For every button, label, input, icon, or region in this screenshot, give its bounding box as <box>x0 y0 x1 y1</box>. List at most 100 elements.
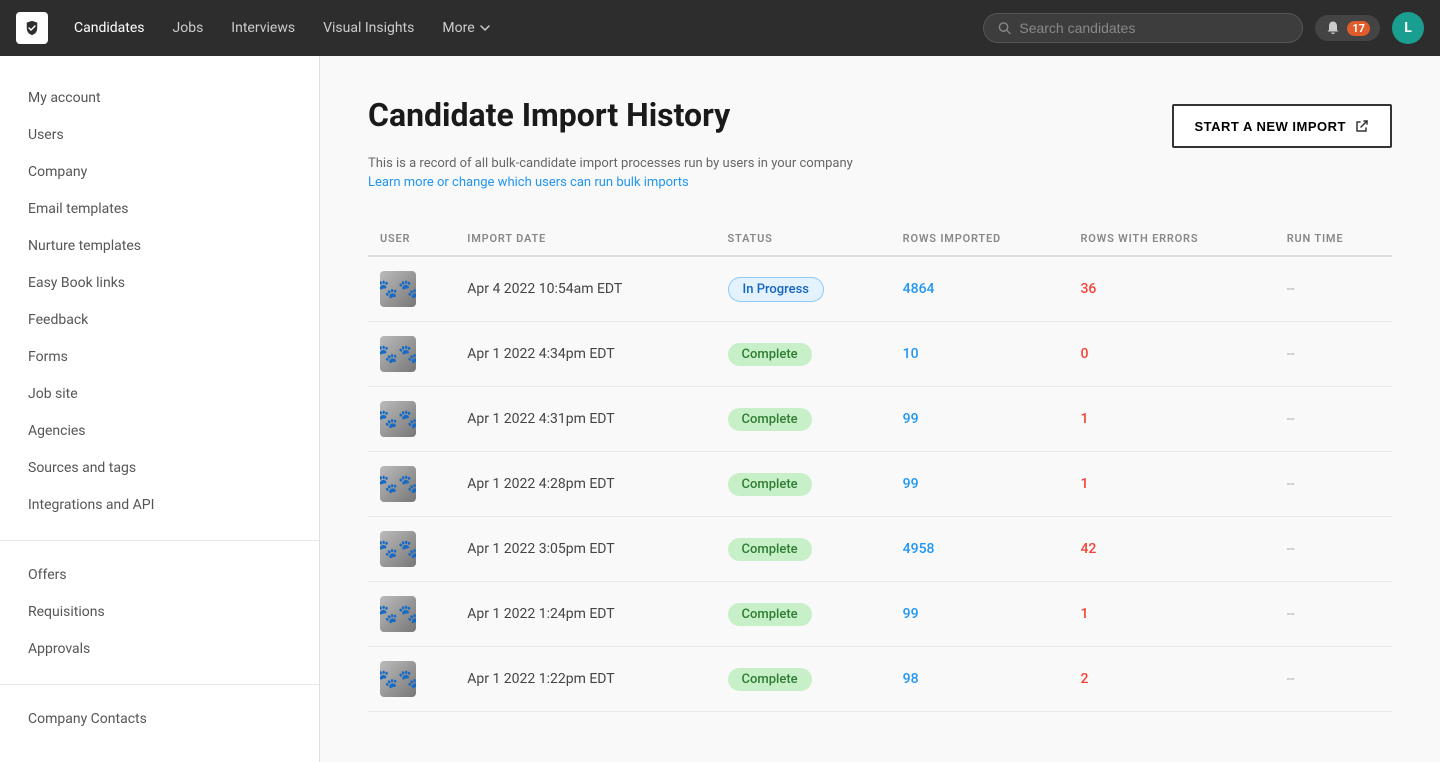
cell-rows-imported: 4864 <box>891 256 1069 322</box>
sidebar-divider-2 <box>0 684 319 685</box>
page-description: This is a record of all bulk-candidate i… <box>368 156 1392 171</box>
cell-rows-imported: 10 <box>891 322 1069 387</box>
sidebar-item-job-site[interactable]: Job site <box>0 376 319 413</box>
start-import-button[interactable]: START A NEW IMPORT <box>1172 104 1392 148</box>
cell-user: 🐾 <box>368 582 455 647</box>
cell-user: 🐾 <box>368 452 455 517</box>
cell-import-date: Apr 1 2022 4:34pm EDT <box>455 322 715 387</box>
user-avatar-img: 🐾 <box>380 336 416 372</box>
table-row: 🐾Apr 1 2022 3:05pm EDTComplete495842-- <box>368 517 1392 582</box>
cell-import-date: Apr 1 2022 4:28pm EDT <box>455 452 715 517</box>
search-icon <box>998 21 1011 35</box>
status-badge: Complete <box>728 538 812 561</box>
sidebar-item-approvals[interactable]: Approvals <box>0 631 319 668</box>
col-rows-errors: ROWS WITH ERRORS <box>1068 222 1274 256</box>
cell-import-date: Apr 1 2022 4:31pm EDT <box>455 387 715 452</box>
col-rows-imported: ROWS IMPORTED <box>891 222 1069 256</box>
sidebar-item-offers[interactable]: Offers <box>0 557 319 594</box>
cell-rows-errors: 1 <box>1068 387 1274 452</box>
cell-status: Complete <box>716 647 891 712</box>
cell-user: 🐾 <box>368 517 455 582</box>
status-badge: In Progress <box>728 277 824 302</box>
cell-import-date: Apr 1 2022 1:22pm EDT <box>455 647 715 712</box>
sidebar: My account Users Company Email templates… <box>0 56 320 762</box>
cell-run-time: -- <box>1275 322 1392 387</box>
import-table: USER IMPORT DATE STATUS ROWS IMPORTED RO… <box>368 222 1392 712</box>
search-box[interactable] <box>983 13 1303 43</box>
table-row: 🐾Apr 4 2022 10:54am EDTIn Progress486436… <box>368 256 1392 322</box>
user-avatar-img: 🐾 <box>380 466 416 502</box>
user-avatar-img: 🐾 <box>380 661 416 697</box>
cell-status: Complete <box>716 517 891 582</box>
cell-user: 🐾 <box>368 322 455 387</box>
table-body: 🐾Apr 4 2022 10:54am EDTIn Progress486436… <box>368 256 1392 712</box>
table-header: USER IMPORT DATE STATUS ROWS IMPORTED RO… <box>368 222 1392 256</box>
cell-run-time: -- <box>1275 256 1392 322</box>
cell-run-time: -- <box>1275 452 1392 517</box>
cell-rows-errors: 0 <box>1068 322 1274 387</box>
sidebar-item-integrations-and-api[interactable]: Integrations and API <box>0 487 319 524</box>
sidebar-item-email-templates[interactable]: Email templates <box>0 191 319 228</box>
cell-rows-imported: 99 <box>891 582 1069 647</box>
sidebar-item-company[interactable]: Company <box>0 154 319 191</box>
cell-rows-errors: 42 <box>1068 517 1274 582</box>
cell-user: 🐾 <box>368 256 455 322</box>
sidebar-item-agencies[interactable]: Agencies <box>0 413 319 450</box>
col-status: STATUS <box>716 222 891 256</box>
status-badge: Complete <box>728 603 812 626</box>
cell-rows-errors: 36 <box>1068 256 1274 322</box>
table-row: 🐾Apr 1 2022 1:22pm EDTComplete982-- <box>368 647 1392 712</box>
sidebar-item-users[interactable]: Users <box>0 117 319 154</box>
status-badge: Complete <box>728 408 812 431</box>
table-row: 🐾 Apr 1 2022 4:28pm EDTComplete991-- <box>368 452 1392 517</box>
sidebar-item-nurture-templates[interactable]: Nurture templates <box>0 228 319 265</box>
layout: My account Users Company Email templates… <box>0 56 1440 762</box>
cell-status: Complete <box>716 322 891 387</box>
cell-rows-errors: 1 <box>1068 582 1274 647</box>
user-avatar-img: 🐾 <box>380 401 416 437</box>
bell-icon <box>1325 20 1341 36</box>
cell-run-time: -- <box>1275 517 1392 582</box>
topnav: Candidates Jobs Interviews Visual Insigh… <box>0 0 1440 56</box>
status-badge: Complete <box>728 343 812 366</box>
nav-jobs[interactable]: Jobs <box>171 16 206 40</box>
sidebar-item-my-account[interactable]: My account <box>0 80 319 117</box>
col-user: USER <box>368 222 455 256</box>
sidebar-divider-1 <box>0 540 319 541</box>
cell-rows-imported: 98 <box>891 647 1069 712</box>
cell-status: Complete <box>716 582 891 647</box>
cell-rows-imported: 99 <box>891 387 1069 452</box>
cell-status: Complete <box>716 387 891 452</box>
sidebar-item-sources-and-tags[interactable]: Sources and tags <box>0 450 319 487</box>
learn-more-link[interactable]: Learn more or change which users can run… <box>368 175 689 190</box>
page-description-link: Learn more or change which users can run… <box>368 175 1392 190</box>
nav-candidates[interactable]: Candidates <box>72 16 147 40</box>
nav-more[interactable]: More <box>440 16 492 40</box>
cell-status: Complete <box>716 452 891 517</box>
cell-rows-errors: 2 <box>1068 647 1274 712</box>
col-run-time: RUN TIME <box>1275 222 1392 256</box>
user-avatar[interactable]: L <box>1392 12 1424 44</box>
table-row: 🐾Apr 1 2022 1:24pm EDT Complete 991-- <box>368 582 1392 647</box>
user-avatar-img: 🐾 <box>380 531 416 567</box>
table-row: 🐾Apr 1 2022 4:31pm EDTComplete991-- <box>368 387 1392 452</box>
sidebar-item-requisitions[interactable]: Requisitions <box>0 594 319 631</box>
sidebar-item-forms[interactable]: Forms <box>0 339 319 376</box>
status-badge: Complete <box>728 668 812 691</box>
cell-import-date: Apr 1 2022 1:24pm EDT <box>455 582 715 647</box>
nav-visual-insights[interactable]: Visual Insights <box>321 16 416 40</box>
search-input[interactable] <box>1019 20 1288 36</box>
cell-rows-imported: 99 <box>891 452 1069 517</box>
col-import-date: IMPORT DATE <box>455 222 715 256</box>
notification-count: 17 <box>1347 21 1370 36</box>
sidebar-item-easy-book-links[interactable]: Easy Book links <box>0 265 319 302</box>
sidebar-item-feedback[interactable]: Feedback <box>0 302 319 339</box>
cell-user: 🐾 <box>368 387 455 452</box>
cell-rows-errors: 1 <box>1068 452 1274 517</box>
app-logo[interactable] <box>16 12 48 44</box>
notification-bell[interactable]: 17 <box>1315 15 1380 41</box>
external-link-icon <box>1354 118 1370 134</box>
sidebar-item-company-contacts[interactable]: Company Contacts <box>0 701 319 738</box>
nav-interviews[interactable]: Interviews <box>229 16 297 40</box>
cell-run-time: -- <box>1275 582 1392 647</box>
